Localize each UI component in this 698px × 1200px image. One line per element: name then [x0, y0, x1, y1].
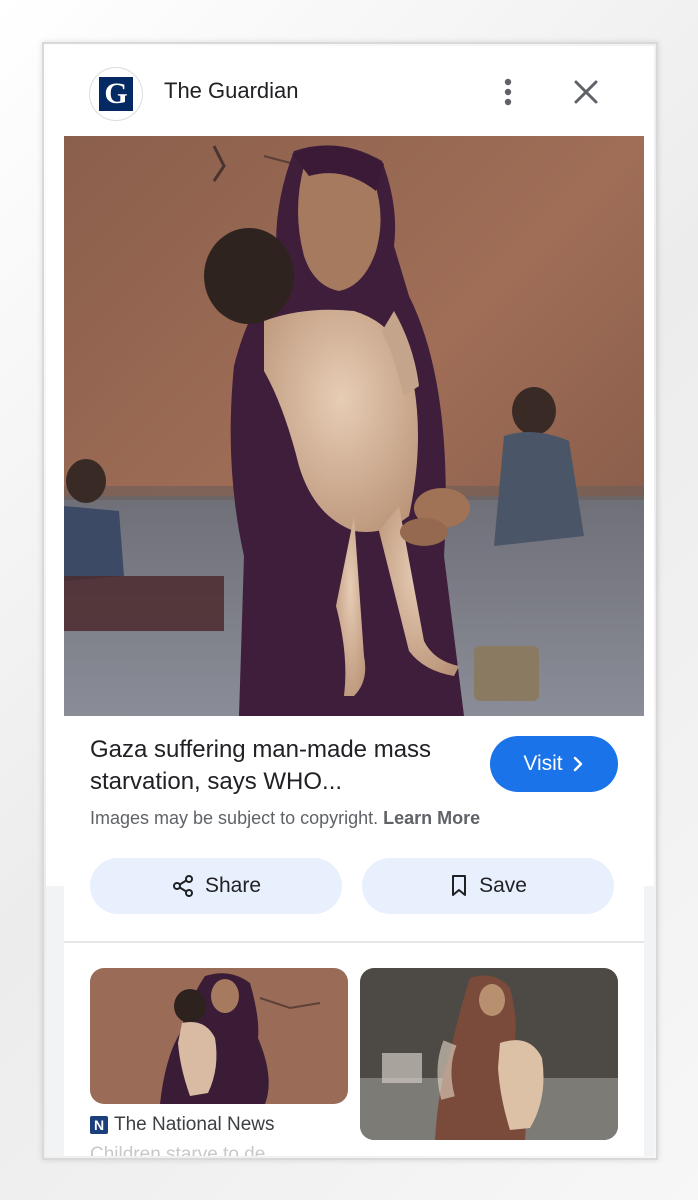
visit-label: Visit: [523, 752, 563, 775]
share-label: Share: [204, 874, 262, 897]
share-icon: [172, 875, 193, 897]
section-divider: [64, 941, 644, 943]
panel-edge-left: [46, 886, 64, 1156]
image-viewer-screen: G The Guardian Gaza suffering man-made m…: [46, 46, 654, 1156]
main-photo: [64, 136, 644, 716]
close-button[interactable]: [568, 74, 604, 110]
guardian-logo-icon: G: [99, 77, 133, 111]
related-image-2[interactable]: [360, 968, 618, 1140]
main-image[interactable]: [64, 136, 644, 716]
image-caption-title[interactable]: Gaza suffering man-made mass starvation,…: [90, 734, 450, 798]
more-vert-icon: [504, 78, 512, 106]
related-snippet-1[interactable]: Children starve to de: [90, 1144, 265, 1156]
related-source-1[interactable]: N The National News: [90, 1114, 275, 1136]
related-source-name: The National News: [114, 1114, 275, 1135]
share-button[interactable]: Share: [90, 858, 342, 914]
bookmark-icon: [452, 875, 467, 896]
national-news-icon: N: [90, 1116, 108, 1134]
panel-edge-right: [644, 886, 654, 1156]
related-image-1[interactable]: [90, 968, 348, 1104]
copyright-notice: Images may be subject to copyright. Lear…: [90, 808, 480, 829]
save-button[interactable]: Save: [362, 858, 614, 914]
chevron-right-icon: [573, 756, 582, 772]
source-logo[interactable]: G: [90, 68, 142, 120]
viewer-header: G The Guardian: [46, 46, 654, 136]
learn-more-link[interactable]: Learn More: [383, 808, 480, 828]
more-options-button[interactable]: [494, 72, 522, 112]
source-title[interactable]: The Guardian: [164, 78, 299, 104]
visit-button[interactable]: Visit: [490, 736, 618, 792]
related-photo-1: [90, 968, 348, 1104]
related-photo-2: [360, 968, 618, 1140]
copyright-text: Images may be subject to copyright.: [90, 808, 379, 828]
close-icon: [574, 80, 598, 104]
save-label: Save: [479, 874, 527, 897]
